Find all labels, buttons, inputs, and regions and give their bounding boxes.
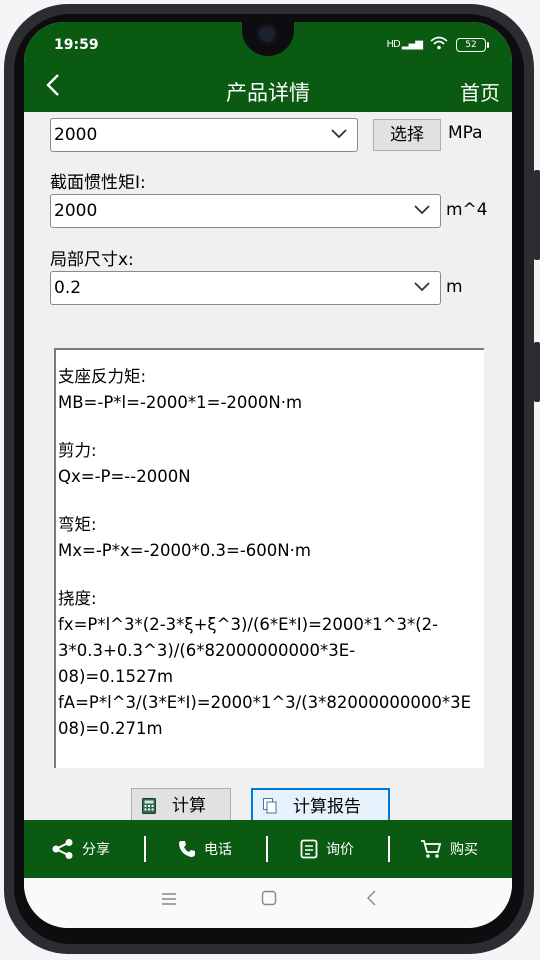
local-size-label: 局部尺寸x: — [50, 250, 134, 270]
toolbar-divider — [266, 836, 268, 862]
local-size-select[interactable]: 0.2 — [50, 271, 441, 305]
inquiry-label: 询价 — [326, 842, 354, 858]
status-bar: 19:59 HD ▂▄▆ 52 — [24, 22, 512, 68]
calculate-button[interactable]: 计算 — [131, 788, 231, 824]
select-value: 2000 — [54, 201, 98, 221]
chevron-down-icon — [414, 272, 430, 304]
share-label: 分享 — [82, 842, 110, 858]
wifi-icon — [430, 36, 448, 53]
share-icon — [52, 839, 73, 859]
content-area: 2000 选择 MPa 截面惯性矩I: 2000 m^4 局部尺寸x: 0.2 … — [24, 112, 512, 824]
system-icons: HD ▂▄▆ 52 — [386, 36, 489, 53]
toolbar-divider — [388, 836, 390, 862]
result-line: 剪力: — [58, 441, 97, 460]
result-line: 3*0.3+0.3^3)/(6*82000000000*3E- — [58, 641, 356, 660]
back-triangle-icon — [367, 890, 376, 906]
result-text-area[interactable]: 支座反力矩: MB=-P*l=-2000*1=-2000N·m 剪力: Qx=-… — [54, 348, 484, 768]
result-line: fx=P*l^3*(2-3*ξ+ξ^3)/(6*E*I)=2000*1^3*(2… — [58, 615, 439, 634]
inertia-label: 截面惯性矩I: — [50, 173, 146, 193]
chevron-down-icon — [331, 119, 347, 151]
camera-icon — [259, 26, 275, 42]
phone-device: 19:59 HD ▂▄▆ 52 产品详情 首页 2000 选择 MPa 截面惯性… — [0, 0, 540, 960]
result-line: 支座反力矩: — [58, 367, 147, 386]
power-button — [534, 342, 540, 402]
local-size-unit: m — [446, 277, 463, 297]
menu-icon — [162, 893, 176, 905]
result-line: 08)=0.1527m — [58, 667, 174, 686]
result-line: MB=-P*l=-2000*1=-2000N·m — [58, 393, 303, 412]
result-line: 弯矩: — [58, 515, 97, 534]
share-button[interactable]: 分享 — [52, 820, 110, 878]
result-line: 挠度: — [58, 589, 97, 608]
result-line: Qx=-P=--2000N — [58, 467, 191, 486]
report-button[interactable]: 计算报告 — [251, 788, 390, 824]
select-value: 2000 — [54, 125, 98, 145]
system-back-button[interactable] — [365, 890, 377, 911]
home-link[interactable]: 首页 — [460, 77, 500, 106]
menu-button[interactable] — [161, 890, 177, 911]
phone-label: 电话 — [204, 842, 232, 858]
app-screen: 19:59 HD ▂▄▆ 52 产品详情 首页 2000 选择 MPa 截面惯性… — [24, 22, 512, 928]
calculate-label: 计算 — [172, 796, 206, 816]
buy-label: 购买 — [450, 842, 478, 858]
result-line: Mx=-P*x=-2000*0.3=-600N·m — [58, 541, 311, 560]
inquiry-button[interactable]: 询价 — [300, 820, 354, 878]
result-line: fA=P*l^3/(3*E*I)=2000*1^3/(3*82000000000… — [58, 693, 472, 712]
system-nav-bar — [24, 878, 512, 928]
report-label: 计算报告 — [293, 797, 361, 817]
toolbar-divider — [144, 836, 146, 862]
document-icon — [263, 798, 277, 814]
status-time: 19:59 — [54, 37, 99, 53]
elastic-modulus-select[interactable]: 2000 — [50, 118, 358, 152]
select-value: 0.2 — [54, 278, 82, 298]
signal-icon: HD ▂▄▆ — [386, 39, 423, 50]
home-button[interactable] — [261, 890, 277, 911]
inertia-unit: m^4 — [446, 200, 488, 220]
inertia-select[interactable]: 2000 — [50, 194, 441, 228]
home-square-icon — [261, 890, 277, 906]
result-line: 08)=0.271m — [58, 719, 163, 738]
bottom-toolbar: 分享 电话 询价 购买 — [24, 820, 512, 878]
chevron-down-icon — [414, 195, 430, 227]
buy-button[interactable]: 购买 — [420, 820, 478, 878]
calculator-icon — [142, 798, 156, 814]
battery-icon: 52 — [456, 37, 489, 52]
inquiry-doc-icon — [300, 839, 318, 859]
phone-icon — [179, 841, 195, 857]
phone-button[interactable]: 电话 — [178, 820, 232, 878]
cart-icon — [421, 840, 442, 858]
choose-button[interactable]: 选择 — [373, 119, 441, 151]
page-title: 产品详情 — [226, 81, 310, 105]
modulus-unit: MPa — [448, 123, 483, 143]
title-bar: 产品详情 首页 — [24, 68, 512, 112]
volume-button — [534, 170, 540, 260]
camera-notch — [242, 22, 294, 56]
